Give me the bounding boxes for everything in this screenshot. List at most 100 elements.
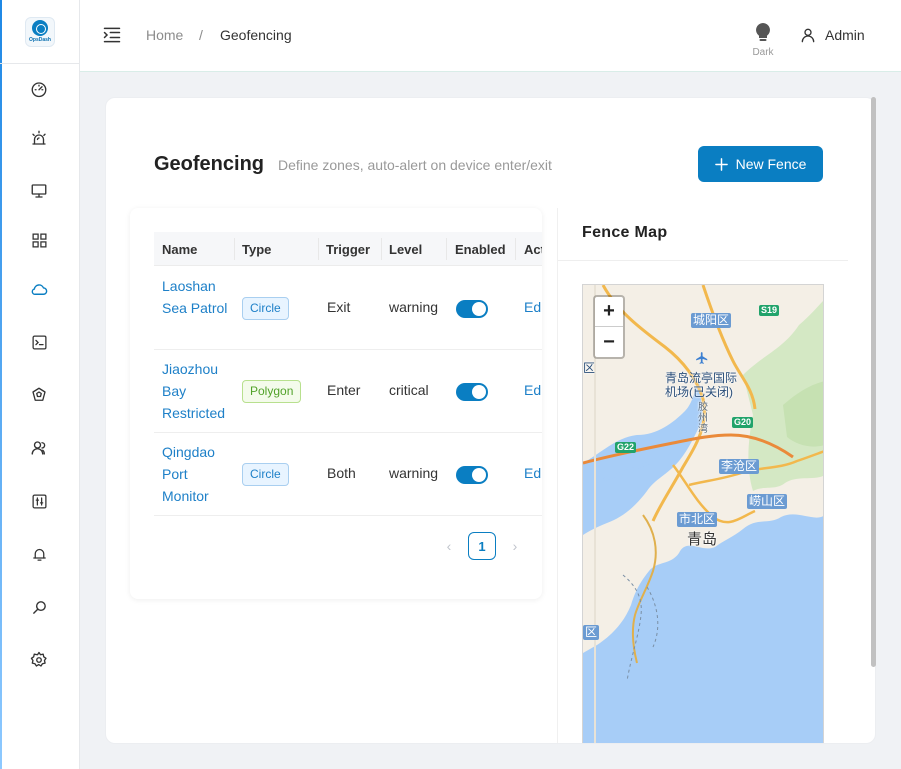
sidebar-item-settings-panel[interactable] [26, 488, 52, 514]
sidebar: OpsDash [0, 0, 80, 769]
type-tag: Polygon [242, 380, 302, 403]
road-badge-g20: G20 [732, 417, 754, 428]
sidebar-item-monitor[interactable] [26, 178, 52, 204]
new-fence-label: New Fence [735, 156, 807, 172]
fence-table-card: Name Type Trigger Level Enabled Actio La… [130, 208, 542, 599]
column-divider [515, 238, 516, 260]
table-header: Name Type Trigger Level Enabled Actio [154, 232, 542, 266]
map-label-edge-district-2: 区 [583, 625, 600, 640]
map-label-laoshan: 崂山区 [747, 494, 788, 509]
pagination: ‹ 1 › [440, 532, 524, 560]
fence-map-card: Fence Map + − S19 城阳区 区 青岛流亭国际 机场(已关闭) 胶… [557, 208, 848, 743]
zoom-out-button[interactable]: − [595, 327, 623, 357]
trigger-cell: Enter [327, 382, 361, 398]
table-row: Laoshan Sea Patrol Circle Exit warning E… [154, 267, 542, 350]
sidebar-item-dashboard[interactable] [26, 76, 52, 102]
trigger-cell: Exit [327, 299, 351, 315]
type-tag: Circle [242, 297, 289, 320]
map-title: Fence Map [582, 224, 668, 241]
column-divider [381, 238, 382, 260]
road-badge-s19: S19 [759, 305, 780, 316]
sidebar-item-notifications[interactable] [26, 541, 52, 567]
theme-label: Dark [752, 47, 774, 58]
map-header-divider [558, 260, 848, 261]
alarm-icon [32, 130, 46, 145]
sidebar-item-geofencing[interactable] [26, 276, 52, 302]
map-label-vertical-road: 胶州湾 [698, 402, 708, 435]
sidebar-item-users[interactable] [26, 435, 52, 461]
fence-map[interactable]: + − S19 城阳区 区 青岛流亭国际 机场(已关闭) 胶州湾 G20 G22… [582, 284, 824, 743]
airport-icon [696, 352, 708, 364]
next-page-button[interactable]: › [506, 532, 524, 560]
map-label-airport: 青岛流亭国际 [665, 371, 738, 385]
sidebar-item-apps[interactable] [26, 227, 52, 253]
fence-name-link[interactable]: Jiaozhou Bay Restricted [162, 358, 228, 424]
user-icon [801, 28, 815, 43]
column-header-type: Type [242, 242, 272, 257]
users-icon [31, 441, 46, 455]
bell-icon [32, 548, 46, 561]
search-icon [32, 600, 46, 614]
cloud-icon [31, 283, 47, 295]
main-content: Geofencing Define zones, auto-alert on d… [105, 97, 876, 744]
monitor-icon [31, 184, 47, 198]
map-label-licang: 李沧区 [719, 459, 760, 474]
column-header-actions: Actio [524, 242, 542, 257]
apps-icon [31, 232, 47, 248]
column-divider [234, 238, 235, 260]
top-bar: Home / Geofencing Dark Admin [80, 0, 901, 72]
shield-icon [32, 387, 46, 401]
edit-link[interactable]: Edit [524, 299, 542, 315]
fence-name-link[interactable]: Laoshan Sea Patrol [162, 275, 228, 319]
road-badge-g22: G22 [615, 442, 637, 453]
logo-text: OpsDash [29, 37, 51, 43]
table-row: Jiaozhou Bay Restricted Polygon Enter cr… [154, 350, 542, 433]
column-divider [318, 238, 319, 260]
map-label-edge-district: 区 [583, 361, 596, 375]
theme-toggle[interactable]: Dark [744, 20, 782, 60]
sidebar-item-system-settings[interactable] [26, 647, 52, 673]
fence-name-link[interactable]: Qingdao Port Monitor [162, 441, 228, 507]
column-header-trigger: Trigger [326, 242, 371, 257]
logo-icon [32, 20, 48, 36]
page-description: Define zones, auto-alert on device enter… [278, 157, 552, 173]
logo-mark: OpsDash [25, 16, 55, 47]
chevron-left-icon: ‹ [446, 538, 452, 554]
prev-page-button[interactable]: ‹ [440, 532, 458, 560]
sidebar-item-search[interactable] [26, 594, 52, 620]
column-header-level: Level [389, 242, 423, 257]
level-cell: warning [389, 299, 439, 315]
map-label-shibei: 市北区 [677, 512, 718, 527]
page-scrollbar[interactable] [871, 97, 876, 667]
map-label-airport-status: 机场(已关闭) [665, 385, 733, 399]
column-header-name: Name [162, 242, 198, 257]
trigger-cell: Both [327, 465, 356, 481]
breadcrumb-home[interactable]: Home [146, 27, 183, 43]
menu-fold-icon [103, 27, 121, 43]
map-label-chengyang: 城阳区 [691, 313, 732, 328]
sidebar-item-security[interactable] [26, 382, 52, 408]
user-menu[interactable]: Admin [800, 24, 865, 46]
type-tag: Circle [242, 463, 289, 486]
map-label-city: 青岛 [687, 531, 718, 548]
enabled-toggle[interactable] [456, 383, 488, 401]
column-header-enabled: Enabled [455, 242, 506, 257]
gear-icon [30, 651, 47, 667]
app-logo[interactable]: OpsDash [0, 0, 80, 64]
edit-link[interactable]: Edit [524, 465, 542, 481]
plus-icon [714, 157, 728, 171]
breadcrumb-separator: / [199, 27, 203, 43]
level-cell: critical [389, 382, 429, 398]
enabled-toggle[interactable] [456, 300, 488, 318]
zoom-control: + − [593, 295, 625, 359]
sidebar-item-alarms[interactable] [26, 125, 52, 151]
new-fence-button[interactable]: New Fence [698, 146, 823, 182]
edit-link[interactable]: Edit [524, 382, 542, 398]
page-number-button[interactable]: 1 [468, 532, 496, 560]
user-name: Admin [825, 27, 865, 43]
sidebar-item-terminal[interactable] [26, 329, 52, 355]
zoom-in-button[interactable]: + [595, 297, 623, 327]
collapse-sidebar-button[interactable] [102, 25, 124, 47]
dashboard-icon [31, 82, 47, 98]
enabled-toggle[interactable] [456, 466, 488, 484]
